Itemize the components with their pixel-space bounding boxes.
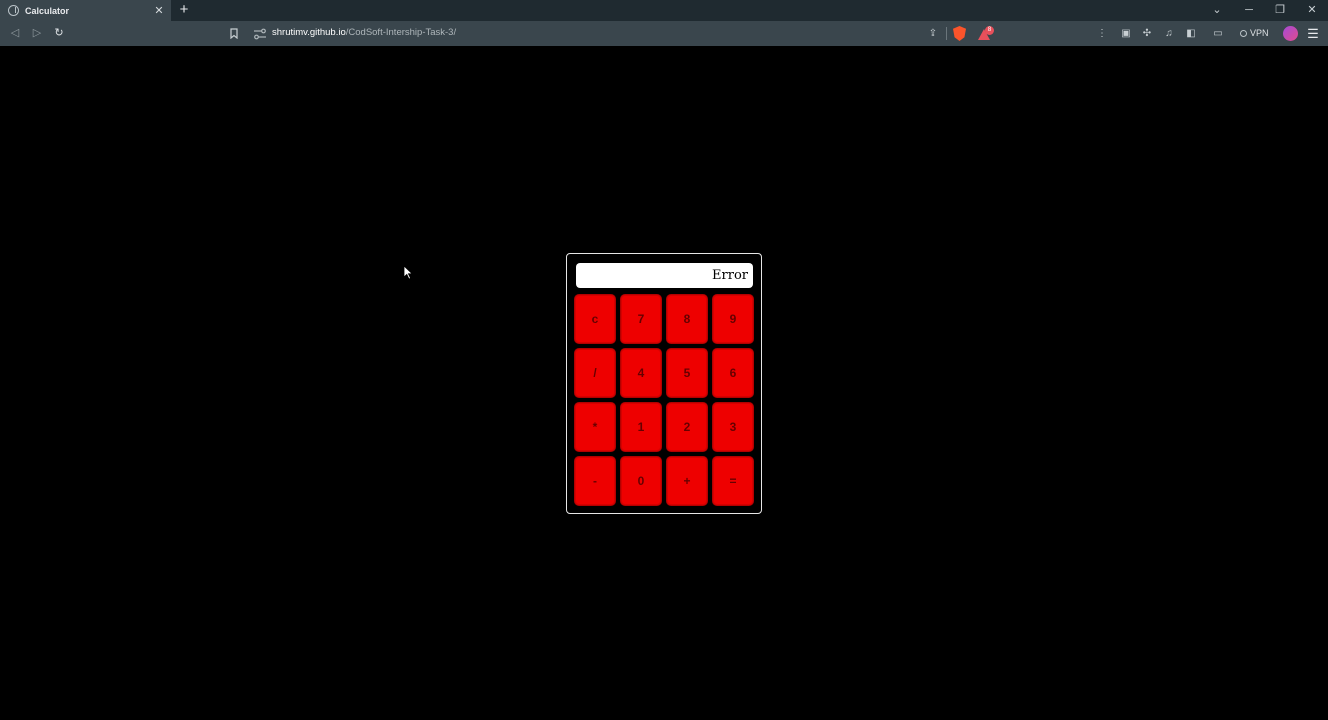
back-button[interactable]: ◁: [6, 25, 24, 42]
share-icon[interactable]: ⇪: [924, 25, 942, 42]
hamburger-menu-icon[interactable]: ☰: [1305, 25, 1321, 42]
mouse-cursor-icon: [403, 265, 413, 285]
reload-button[interactable]: ↻: [50, 25, 68, 42]
close-window-button[interactable]: ✕: [1299, 0, 1325, 21]
key-equals[interactable]: =: [712, 456, 754, 506]
site-settings-icon[interactable]: [253, 27, 267, 40]
vpn-button[interactable]: VPN: [1240, 25, 1269, 42]
key-divide[interactable]: /: [574, 348, 616, 398]
calculator: Error c 7 8 9 / 4 5 6 * 1 2 3 - 0 + =: [566, 253, 762, 514]
key-multiply[interactable]: *: [574, 402, 616, 452]
bookmark-icon[interactable]: [226, 25, 242, 42]
tab-strip: Calculator ✕ + ⌄ ─ ❐ ✕: [0, 0, 1328, 21]
forward-button[interactable]: ▷: [28, 25, 46, 42]
tab-calculator[interactable]: Calculator ✕: [0, 0, 171, 21]
tab-search-chevron-icon[interactable]: ⌄: [1204, 0, 1230, 21]
restore-button[interactable]: ❐: [1267, 0, 1293, 21]
globe-icon: [8, 5, 19, 16]
key-3[interactable]: 3: [712, 402, 754, 452]
calculator-keypad: c 7 8 9 / 4 5 6 * 1 2 3 - 0 + =: [574, 294, 754, 506]
key-9[interactable]: 9: [712, 294, 754, 344]
url-path: /CodSoft-Intership-Task-3/: [345, 27, 457, 38]
key-0[interactable]: 0: [620, 456, 662, 506]
extension-icon[interactable]: ▣: [1117, 25, 1135, 42]
url-host: shrutimv.github.io: [272, 27, 346, 38]
music-icon[interactable]: ♫: [1160, 25, 1178, 42]
key-6[interactable]: 6: [712, 348, 754, 398]
brave-shields-icon[interactable]: [953, 26, 966, 41]
wallet-icon[interactable]: ▭: [1209, 25, 1227, 42]
profile-avatar[interactable]: [1283, 26, 1298, 41]
key-clear[interactable]: c: [574, 294, 616, 344]
key-8[interactable]: 8: [666, 294, 708, 344]
key-4[interactable]: 4: [620, 348, 662, 398]
vpn-status-icon: [1240, 30, 1247, 37]
rewards-badge: 8: [985, 26, 994, 35]
calculator-display[interactable]: Error: [576, 263, 753, 288]
address-bar[interactable]: shrutimv.github.io/CodSoft-Intership-Tas…: [272, 26, 456, 40]
key-add[interactable]: +: [666, 456, 708, 506]
key-7[interactable]: 7: [620, 294, 662, 344]
tab-title: Calculator: [25, 5, 70, 16]
puzzle-extensions-icon[interactable]: ✣: [1138, 25, 1156, 42]
minimize-button[interactable]: ─: [1236, 0, 1262, 21]
browser-toolbar: ◁ ▷ ↻ shrutimv.github.io/CodSoft-Intersh…: [0, 21, 1328, 46]
tab-close-button[interactable]: ✕: [151, 4, 167, 17]
brave-rewards-icon[interactable]: 8: [978, 26, 994, 41]
key-1[interactable]: 1: [620, 402, 662, 452]
vpn-label: VPN: [1250, 28, 1269, 38]
extension-dots-icon[interactable]: ⋮: [1093, 25, 1111, 42]
key-subtract[interactable]: -: [574, 456, 616, 506]
sidebar-icon[interactable]: ◧: [1182, 25, 1200, 42]
key-5[interactable]: 5: [666, 348, 708, 398]
toolbar-divider: [946, 27, 947, 40]
new-tab-button[interactable]: +: [176, 1, 192, 19]
key-2[interactable]: 2: [666, 402, 708, 452]
